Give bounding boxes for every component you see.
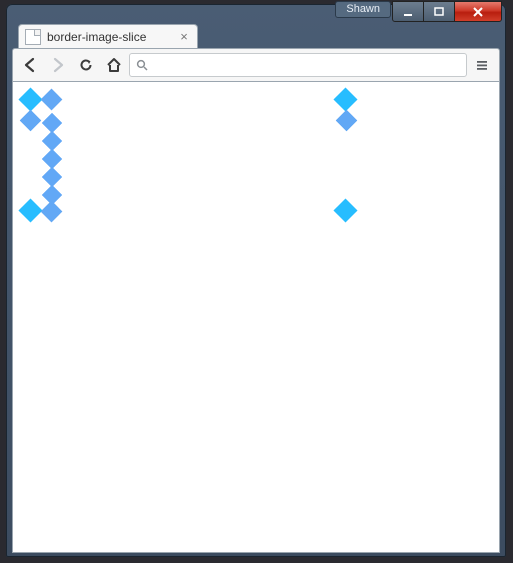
file-icon bbox=[25, 29, 41, 45]
menu-icon bbox=[475, 58, 489, 72]
tab-strip: border-image-slice × bbox=[12, 22, 500, 48]
diamond-corner bbox=[333, 198, 357, 222]
window-controls bbox=[393, 1, 502, 22]
reload-icon bbox=[78, 57, 94, 73]
diamond-fill-row bbox=[45, 186, 331, 204]
window-titlebar: Shawn bbox=[6, 4, 506, 22]
diamond bbox=[335, 110, 356, 131]
diamond-corner bbox=[18, 198, 42, 222]
back-arrow-icon bbox=[22, 57, 38, 73]
browser-toolbar bbox=[12, 48, 500, 82]
diamond-corner bbox=[18, 87, 42, 111]
forward-button[interactable] bbox=[45, 53, 71, 77]
user-badge[interactable]: Shawn bbox=[335, 1, 391, 18]
window-frame: Shawn border-image-slice × bbox=[6, 4, 506, 557]
diamond bbox=[41, 88, 62, 109]
minimize-icon bbox=[403, 7, 413, 17]
diamond-fill bbox=[42, 113, 62, 133]
maximize-button[interactable] bbox=[423, 1, 455, 22]
close-button[interactable] bbox=[454, 1, 502, 22]
diamond-edge-right bbox=[335, 113, 357, 197]
diamond-edge-left bbox=[19, 113, 41, 197]
diamond-fill-row bbox=[45, 114, 331, 132]
diamond-fill-row bbox=[45, 150, 331, 168]
forward-arrow-icon bbox=[50, 57, 66, 73]
home-button[interactable] bbox=[101, 53, 127, 77]
border-image-demo bbox=[19, 88, 357, 222]
home-icon bbox=[106, 57, 122, 73]
tab-close-button[interactable]: × bbox=[177, 30, 191, 43]
browser-tab[interactable]: border-image-slice × bbox=[18, 24, 198, 48]
page-viewport bbox=[12, 82, 500, 553]
reload-button[interactable] bbox=[73, 53, 99, 77]
diamond bbox=[19, 110, 40, 131]
close-icon bbox=[472, 6, 484, 18]
maximize-icon bbox=[434, 7, 444, 17]
tab-title: border-image-slice bbox=[47, 30, 177, 44]
address-input[interactable] bbox=[154, 57, 460, 74]
menu-button[interactable] bbox=[469, 53, 495, 77]
minimize-button[interactable] bbox=[392, 1, 424, 22]
back-button[interactable] bbox=[17, 53, 43, 77]
search-icon bbox=[136, 59, 148, 71]
diamond-fill bbox=[42, 185, 62, 205]
diamond-edge-top bbox=[44, 88, 332, 110]
diamond-corner bbox=[333, 87, 357, 111]
address-bar[interactable] bbox=[129, 53, 467, 77]
diamond-fill bbox=[42, 149, 62, 169]
diamond-fill-row bbox=[45, 132, 331, 150]
diamond-fill-row bbox=[45, 168, 331, 186]
